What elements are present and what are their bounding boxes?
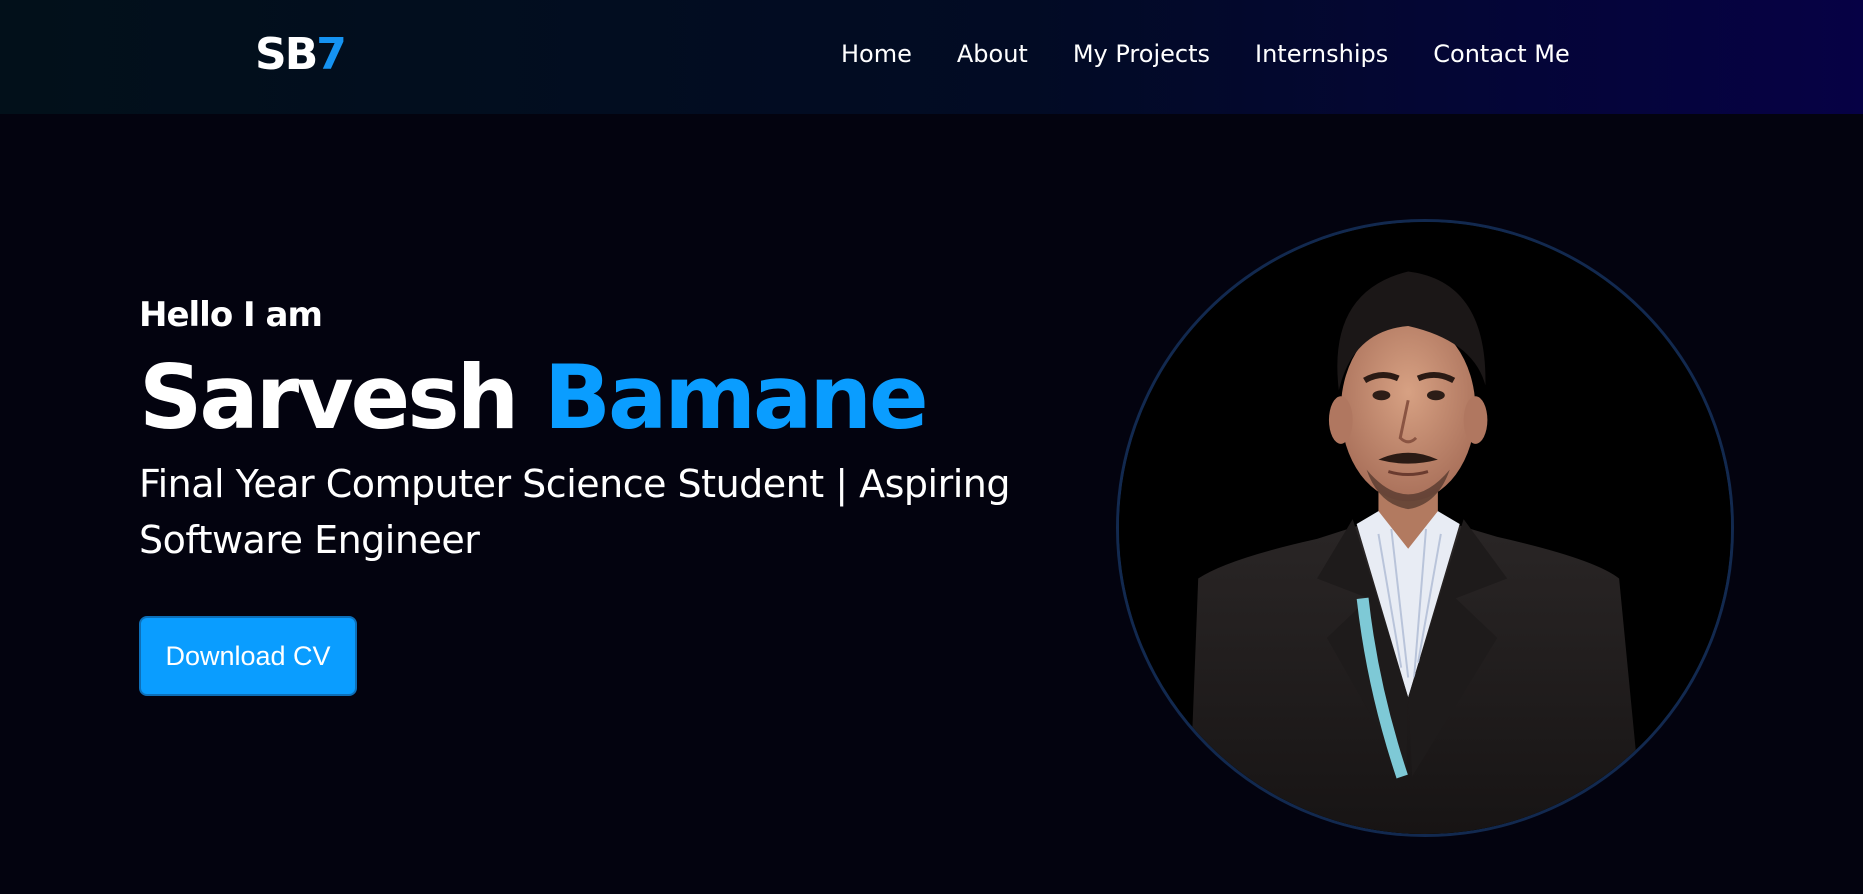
profile-photo (1116, 219, 1734, 837)
hero-intro: Hello I am Sarvesh Bamane Final Year Com… (139, 290, 1079, 568)
hero-last-name: Bamane (543, 346, 929, 449)
hero-greeting: Hello I am (139, 295, 323, 335)
site-logo[interactable]: SB7 (255, 27, 347, 83)
navbar: SB7 Home About My Projects Internships C… (0, 0, 1863, 114)
nav-link-internships[interactable]: Internships (1255, 40, 1388, 68)
logo-text: SB (255, 29, 318, 80)
hero-first-name: Sarvesh (139, 346, 519, 449)
nav-link-contact-me[interactable]: Contact Me (1433, 40, 1569, 68)
nav-link-about[interactable]: About (957, 40, 1028, 68)
download-cv-button[interactable]: Download CV (139, 616, 357, 696)
nav-link-my-projects[interactable]: My Projects (1073, 40, 1210, 68)
nav-menu: Home About My Projects Internships Conta… (841, 36, 1570, 72)
person-portrait-icon (1119, 222, 1731, 834)
logo-accent-text: 7 (316, 29, 347, 80)
hero-name: Sarvesh Bamane (139, 346, 1079, 450)
hero-tagline: Final Year Computer Science Student | As… (139, 462, 1010, 562)
nav-link-home[interactable]: Home (841, 40, 912, 68)
